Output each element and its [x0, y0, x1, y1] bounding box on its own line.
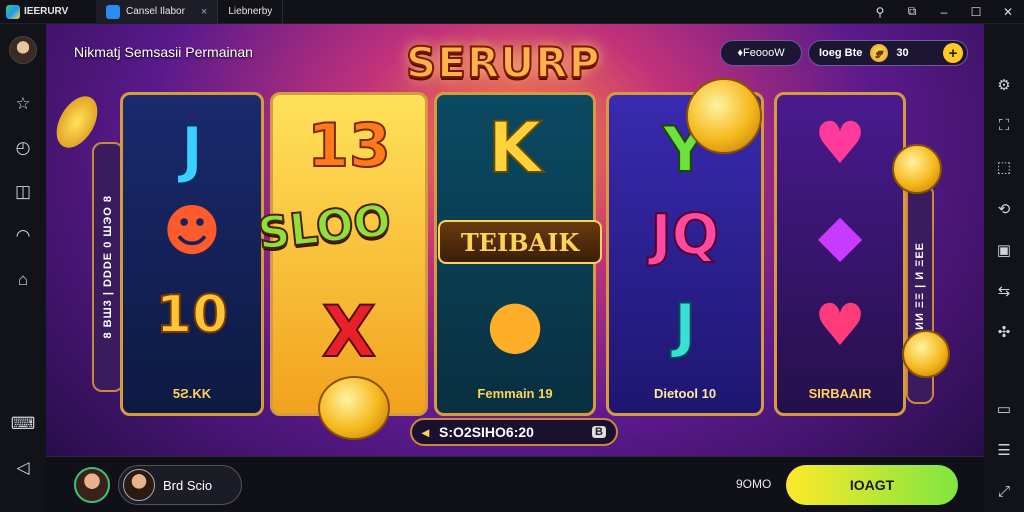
- reel-symbol: ♥: [814, 109, 866, 177]
- lemon-coin-decoration: [686, 78, 762, 154]
- volume-icon[interactable]: ⟲: [992, 197, 1016, 220]
- reel-label: SIRBAAIR: [808, 386, 872, 401]
- reel-symbol: K: [487, 106, 543, 190]
- balance-pill: Ioeg Bte 🝝 30 +: [808, 40, 968, 66]
- expand-arrows-icon[interactable]: ⤢: [992, 480, 1016, 503]
- shake-icon[interactable]: ⇆: [992, 279, 1016, 302]
- app-tab-icon: [106, 4, 120, 19]
- info-icon[interactable]: B: [592, 426, 606, 438]
- macro-icon[interactable]: ▭: [992, 397, 1016, 420]
- close-window-button[interactable]: ✕: [992, 5, 1024, 19]
- player-pill[interactable]: Brd Scio: [118, 465, 242, 505]
- keyboard-icon[interactable]: ⌨: [11, 412, 36, 436]
- reel-symbol: J: [179, 112, 204, 187]
- compass-icon[interactable]: ◴: [11, 136, 35, 160]
- reel-symbol: 10: [155, 284, 229, 346]
- reel-symbol: ●: [486, 285, 544, 362]
- reel-symbol: JQ: [650, 202, 720, 269]
- reel-label: 5Ƨ.KK: [172, 386, 212, 401]
- close-tab-icon[interactable]: ×: [201, 6, 207, 18]
- app-brand-label: IEERURV: [24, 6, 69, 17]
- expand-icon[interactable]: ⧉: [896, 4, 928, 19]
- tab-cansel[interactable]: Cansel Ilabor ×: [96, 0, 219, 24]
- window-titlebar: IEERURV Cansel Ilabor × Liebnerby ⚲ ⧉ – …: [0, 0, 1024, 512]
- spin-timer-text: S:O2SIHO6:20: [439, 424, 534, 440]
- reel-symbol: ◆: [817, 201, 863, 269]
- cloud-icon[interactable]: ◠: [11, 224, 35, 248]
- coin-decoration: [902, 330, 950, 378]
- mode-label: 9OMO: [736, 477, 772, 491]
- game-title: Nikmatj Semsasii Permainan: [74, 44, 253, 60]
- balance-value: 30: [896, 47, 909, 59]
- location-icon[interactable]: ✣: [992, 321, 1016, 344]
- lemon-coin-decoration: [318, 376, 390, 440]
- gauge-icon[interactable]: ◫: [11, 180, 35, 204]
- reel-symbol: ☻: [162, 199, 222, 264]
- reel-symbol: X: [321, 290, 377, 374]
- arrow-left-icon: ◂: [422, 423, 430, 440]
- fullscreen-icon[interactable]: ⛶: [992, 114, 1016, 137]
- maximize-button[interactable]: ☐: [960, 5, 992, 19]
- spin-timer-bar[interactable]: ◂ S:O2SIHO6:20 B: [410, 418, 618, 446]
- terbaik-banner: TEIBAIK: [438, 220, 602, 264]
- promo-pill-label: ♦FeoooW: [737, 47, 785, 59]
- layers-icon[interactable]: ▣: [992, 238, 1016, 261]
- collapse-icon[interactable]: ◁: [11, 456, 35, 480]
- promo-pill[interactable]: ♦FeoooW: [720, 40, 802, 66]
- star-icon[interactable]: ☆: [11, 92, 35, 116]
- reel-label: Femmain 19: [477, 386, 553, 401]
- window-controls: ⚲ ⧉ – ☐ ✕: [864, 0, 1024, 24]
- player-avatar[interactable]: [74, 467, 110, 503]
- balance-label: Ioeg Bte: [819, 47, 863, 59]
- left-side-text: 8 ВШ3 | DDDЕ 0 ШЭО 8: [102, 195, 114, 339]
- game-logo: SERURP: [405, 37, 601, 88]
- app-brand[interactable]: IEERURV: [0, 4, 96, 19]
- game-viewport[interactable]: Nikmatj Semsasii Permainan SERURP ♦Feooo…: [46, 24, 984, 512]
- reel-5: ♥ ◆ ♥ SIRBAAIR: [774, 92, 906, 416]
- bottom-bar: Brd Scio 9OMO IOAGT: [46, 456, 984, 512]
- menu-icon[interactable]: ☰: [992, 438, 1016, 461]
- app-logo-icon: [6, 4, 20, 19]
- reel-1: J ☻ 10 5Ƨ.KK: [120, 92, 264, 416]
- reel-symbol: J: [673, 290, 697, 362]
- reel-symbol: ♥: [814, 291, 866, 359]
- coin-decoration: [892, 144, 942, 194]
- user-avatar[interactable]: [9, 36, 37, 64]
- player-name: Brd Scio: [163, 477, 213, 493]
- reel-label: Dietool 10: [653, 386, 717, 401]
- minimize-button[interactable]: –: [928, 5, 960, 19]
- tab-label: Liebnerby: [228, 6, 273, 17]
- search-icon[interactable]: ⚲: [864, 5, 896, 19]
- play-button[interactable]: IOAGT: [786, 465, 958, 505]
- settings-icon[interactable]: ⚙: [992, 73, 1016, 96]
- add-coins-button[interactable]: +: [943, 43, 963, 63]
- player-avatar-small: [123, 469, 155, 501]
- left-sidebar: ☆ ◴ ◫ ◠ ⌂ ⌨ ◁: [0, 24, 46, 512]
- coin-icon: 🝝: [870, 44, 889, 62]
- screenshot-icon[interactable]: ⬚: [992, 156, 1016, 179]
- folder-icon[interactable]: ⌂: [11, 268, 35, 292]
- right-sidebar: ⚙ ⛶ ⬚ ⟲ ▣ ⇆ ✣ ▭ ☰ ⤢: [984, 24, 1024, 512]
- tab-label: Cansel Ilabor: [126, 6, 185, 17]
- reel-symbol: 13: [306, 110, 392, 182]
- tab-game[interactable]: Liebnerby: [46, 0, 984, 512]
